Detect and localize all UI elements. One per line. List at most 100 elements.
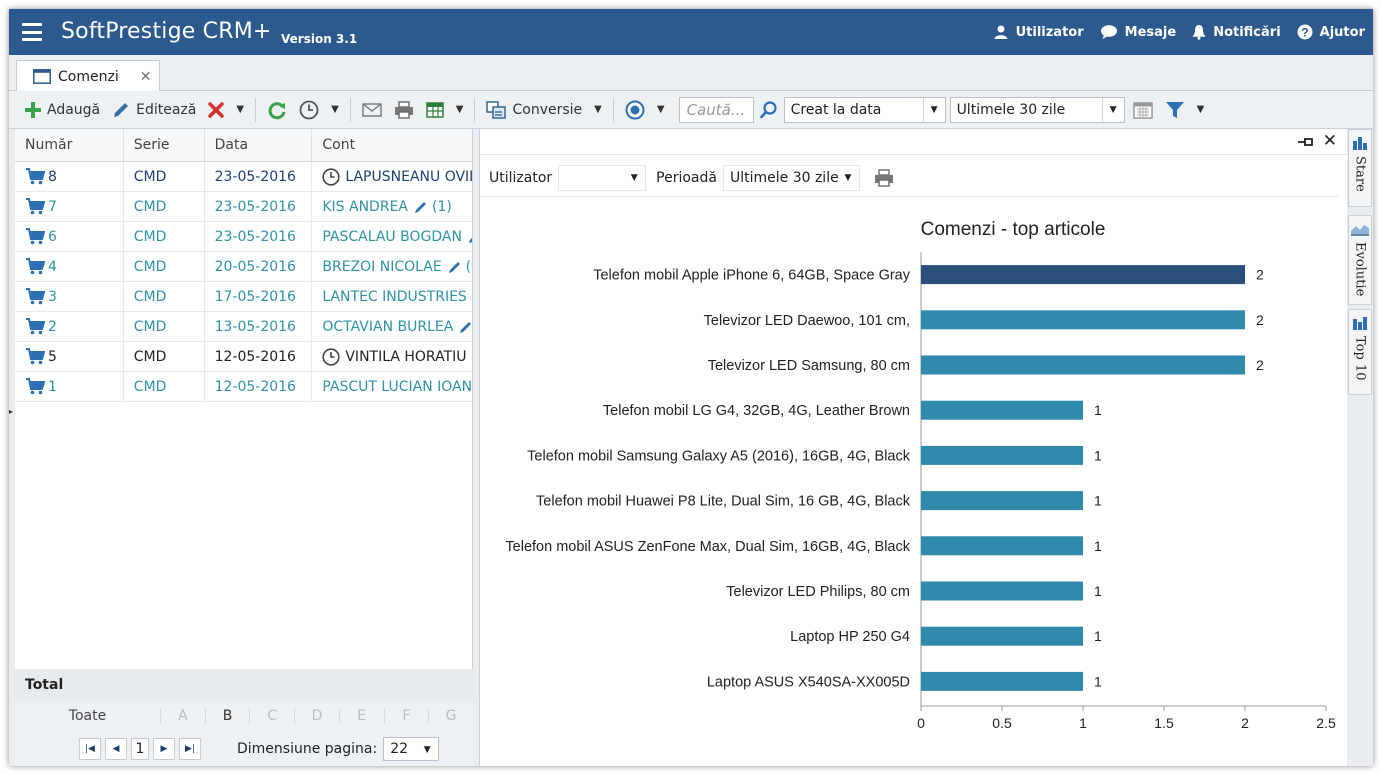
date-field-select[interactable]: Creat la data ▼ <box>783 96 946 123</box>
page-size-select[interactable]: 22 ▼ <box>383 736 440 762</box>
close-icon[interactable]: ✕ <box>140 69 152 85</box>
order-number-cell[interactable]: 2 <box>15 312 124 341</box>
last-page-button[interactable]: ▶| <box>179 737 201 760</box>
export-excel-button[interactable] <box>420 96 450 124</box>
refresh-button[interactable] <box>261 96 293 124</box>
letter-filter-f[interactable]: F <box>383 708 429 724</box>
chart-bar[interactable] <box>921 536 1083 556</box>
order-number-cell[interactable]: 8 <box>15 162 124 191</box>
table-row[interactable]: 5 CMD 12-05-2016 VINTILA HORATIU <box>15 342 472 372</box>
table-row[interactable]: 1 CMD 12-05-2016 PASCUT LUCIAN IOAN <box>15 372 472 402</box>
table-row[interactable]: 4 CMD20-05-2016 BREZOI NICOLAE (1) <box>15 252 472 282</box>
chevron-down-icon[interactable]: ▼ <box>325 104 345 115</box>
filter-button[interactable] <box>1159 96 1191 124</box>
side-tab-top10[interactable]: Top 10 <box>1348 309 1372 395</box>
collapse-handle[interactable]: ▸ <box>9 398 15 426</box>
order-account-cell[interactable]: PASCUT LUCIAN IOAN <box>312 372 472 401</box>
history-button[interactable] <box>293 96 325 124</box>
order-number-cell[interactable]: 7 <box>15 192 124 221</box>
pencil-icon[interactable] <box>414 200 428 214</box>
calendar-button[interactable] <box>1127 96 1159 124</box>
letter-filter-c[interactable]: C <box>249 708 294 724</box>
side-tab-evolutie[interactable]: Evolutie <box>1348 215 1372 305</box>
chart-bar[interactable] <box>921 581 1083 601</box>
next-page-button[interactable]: ▶ <box>153 737 175 760</box>
user-filter-select[interactable]: ▼ <box>558 164 647 191</box>
add-button[interactable]: Adaugă <box>19 96 106 124</box>
pencil-icon[interactable] <box>448 260 462 274</box>
order-number: 4 <box>48 258 57 275</box>
table-row[interactable]: 7 CMD 23-05-2016 KIS ANDREA (1) <box>15 192 472 222</box>
order-account-cell[interactable]: KIS ANDREA (1) <box>312 192 472 221</box>
column-header-number[interactable]: Număr <box>15 129 124 161</box>
menu-icon[interactable] <box>22 23 42 41</box>
print-button[interactable] <box>388 96 420 124</box>
edit-button[interactable]: Editează <box>106 96 202 124</box>
order-number-cell[interactable]: 3 <box>15 282 124 311</box>
table-row[interactable]: 6 CMD 23-05-2016 PASCALAU BOGDAN <box>15 222 472 252</box>
chart-bar[interactable] <box>921 626 1083 646</box>
letter-filter-a[interactable]: A <box>160 708 205 724</box>
period-select[interactable]: Ultimele 30 zile ▼ <box>949 96 1125 123</box>
table-row[interactable]: 3 CMD17-05-2016 LANTEC INDUSTRIES SRL <box>15 282 472 312</box>
side-tab-stare[interactable]: Stare <box>1348 129 1372 207</box>
order-number-cell[interactable]: 1 <box>15 372 124 401</box>
pencil-icon[interactable] <box>459 320 472 334</box>
prev-page-button[interactable]: ◀ <box>105 737 127 760</box>
chevron-down-icon[interactable]: ▼ <box>450 104 470 115</box>
chart-bar[interactable] <box>921 491 1083 511</box>
letter-filter-b[interactable]: B <box>204 708 250 724</box>
chevron-down-icon[interactable]: ▼ <box>1101 97 1124 122</box>
letter-filter-g[interactable]: G <box>428 708 473 724</box>
header-link-notifications[interactable]: Notificări <box>1192 24 1281 40</box>
chevron-down-icon[interactable]: ▼ <box>416 738 438 762</box>
header-link-user[interactable]: Utilizator <box>993 24 1084 40</box>
letter-filter-all[interactable]: Toate <box>15 708 160 724</box>
order-number-cell[interactable]: 4 <box>15 252 124 281</box>
search-button[interactable] <box>754 96 784 124</box>
chart-bar[interactable] <box>921 400 1083 420</box>
email-button[interactable] <box>356 96 388 124</box>
chart-bar[interactable] <box>921 265 1245 285</box>
chevron-down-icon[interactable]: ▼ <box>623 166 645 190</box>
letter-filter-e[interactable]: E <box>338 708 384 724</box>
target-button[interactable] <box>619 96 651 124</box>
order-account-cell[interactable]: OCTAVIAN BURLEA <box>312 312 472 341</box>
period-filter-select[interactable]: Ultimele 30 zile ▼ <box>722 164 860 191</box>
header-link-help[interactable]: ? Ajutor <box>1297 24 1365 40</box>
page-number-input[interactable]: 1 <box>131 737 149 760</box>
order-account-cell[interactable]: LANTEC INDUSTRIES SRL <box>312 282 472 311</box>
order-account-cell[interactable]: BREZOI NICOLAE (1) <box>312 252 472 281</box>
table-row[interactable]: 8 CMD23-05-2016 LAPUSNEANU OVIDIU <box>15 162 472 192</box>
first-page-button[interactable]: |◀ <box>79 737 101 760</box>
conversion-button[interactable]: Conversie <box>480 96 588 124</box>
header-link-messages[interactable]: Mesaje <box>1100 24 1176 40</box>
delete-button[interactable] <box>202 96 230 124</box>
chevron-down-icon[interactable]: ▼ <box>837 166 859 190</box>
column-header-date[interactable]: Data <box>205 129 313 161</box>
letter-filter-d[interactable]: D <box>294 708 339 724</box>
close-icon[interactable]: ✕ <box>1323 131 1337 151</box>
tab-comenzi[interactable]: Comenzi ✕ <box>16 60 160 92</box>
chevron-down-icon[interactable]: ▼ <box>588 104 608 115</box>
order-account-cell[interactable]: VINTILA HORATIU <box>312 342 472 371</box>
table-row[interactable]: 2 CMD 13-05-2016 OCTAVIAN BURLEA <box>15 312 472 342</box>
pencil-icon[interactable] <box>468 230 472 244</box>
chart-bar[interactable] <box>921 355 1245 375</box>
order-number-cell[interactable]: 6 <box>15 222 124 251</box>
search-input[interactable]: Caută... <box>678 96 754 123</box>
chart-bar[interactable] <box>921 671 1083 691</box>
pin-icon[interactable] <box>1297 135 1315 149</box>
order-account-cell[interactable]: PASCALAU BOGDAN <box>312 222 472 251</box>
chevron-down-icon[interactable]: ▼ <box>1191 104 1211 115</box>
column-header-series[interactable]: Serie <box>124 129 205 161</box>
chevron-down-icon[interactable]: ▼ <box>651 104 671 115</box>
chevron-down-icon[interactable]: ▼ <box>230 104 250 115</box>
chart-bar[interactable] <box>921 310 1245 330</box>
printer-icon[interactable] <box>874 168 894 187</box>
chevron-down-icon[interactable]: ▼ <box>922 97 945 122</box>
column-header-account[interactable]: Cont <box>312 129 472 161</box>
order-account-cell[interactable]: LAPUSNEANU OVIDIU <box>312 162 472 191</box>
order-number-cell[interactable]: 5 <box>15 342 124 371</box>
chart-bar[interactable] <box>921 445 1083 465</box>
